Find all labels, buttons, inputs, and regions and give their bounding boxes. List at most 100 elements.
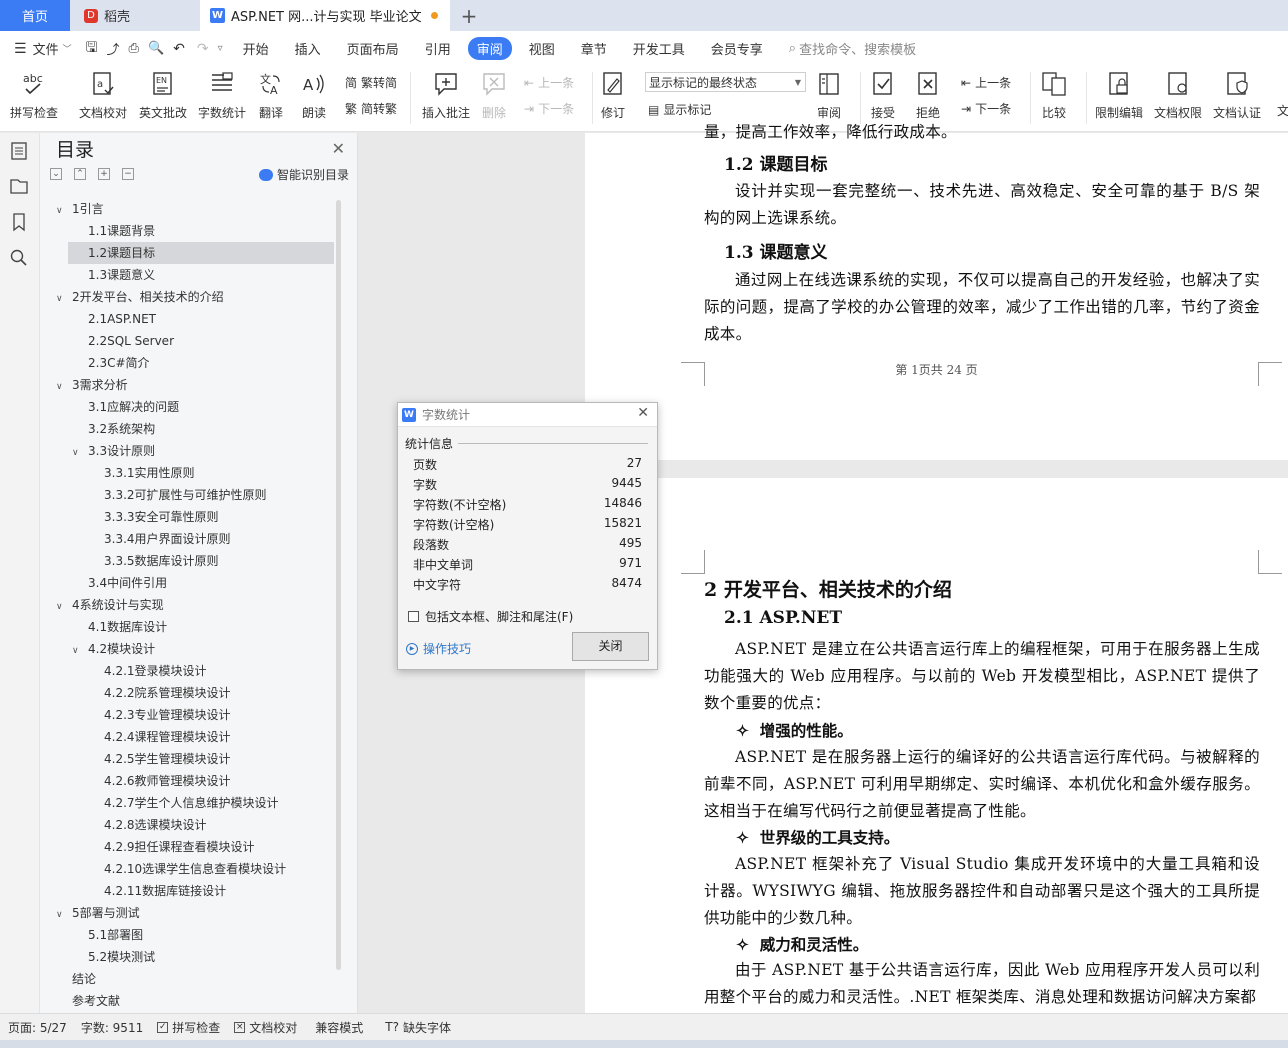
toc-item[interactable]: 4.2.2院系管理模块设计	[45, 682, 231, 704]
expand-caret-icon[interactable]: ∨	[56, 288, 72, 310]
redo-icon[interactable]: ↷	[197, 41, 209, 57]
more-icon[interactable]: ▿	[218, 43, 223, 54]
revise-button[interactable]: 修订	[599, 70, 627, 121]
read-aloud-button[interactable]: A 朗读	[300, 70, 328, 121]
checkbox-icon[interactable]	[408, 611, 419, 622]
menu-chapter[interactable]: 章节	[581, 39, 607, 58]
close-icon[interactable]: ✕	[332, 139, 345, 158]
ribbon-more[interactable]: 文	[1277, 102, 1288, 119]
accept-button[interactable]: 接受	[869, 70, 897, 121]
toc-item[interactable]: 3.1应解决的问题	[45, 396, 179, 418]
prev-change-button[interactable]: ⇤ 上一条	[961, 74, 1011, 91]
command-search[interactable]: 查找命令、搜索模板	[799, 39, 916, 58]
toc-item[interactable]: 5.1部署图	[45, 924, 143, 946]
bookmark-icon[interactable]	[9, 212, 29, 232]
page-indicator[interactable]: 页面: 5/27	[8, 1019, 67, 1036]
show-markup-button[interactable]: ▤ 显示标记	[648, 101, 711, 118]
toc-item[interactable]: 2.3C#简介	[45, 352, 150, 374]
undo-icon[interactable]: ↶	[173, 41, 185, 57]
toc-item[interactable]: 1.3课题意义	[45, 264, 155, 286]
export-icon[interactable]: ⤴	[107, 39, 120, 58]
reject-button[interactable]: 拒绝	[914, 70, 942, 121]
toc-item[interactable]: 2.1ASP.NET	[45, 308, 156, 330]
toc-item[interactable]: 3.3.5数据库设计原则	[45, 550, 219, 572]
toc-item[interactable]: ∨ 3需求分析	[45, 374, 128, 396]
find-icon[interactable]	[9, 248, 29, 268]
menu-devtools[interactable]: 开发工具	[633, 39, 685, 58]
toc-item[interactable]: 4.2.6教师管理模块设计	[45, 770, 231, 792]
collapse-all-icon[interactable]: ⌄	[50, 168, 62, 180]
toc-item[interactable]: 4.2.3专业管理模块设计	[45, 704, 231, 726]
toc-item[interactable]: 3.3.3安全可靠性原则	[45, 506, 219, 528]
toc-item[interactable]: 1.2课题目标	[68, 242, 334, 264]
expand-caret-icon[interactable]: ∨	[56, 596, 72, 618]
toc-icon[interactable]	[9, 141, 29, 161]
toc-item[interactable]: 4.2.5学生管理模块设计	[45, 748, 231, 770]
remove-heading-icon[interactable]: −	[122, 168, 134, 180]
new-tab-button[interactable]: +	[455, 0, 483, 31]
menu-reference[interactable]: 引用	[425, 39, 451, 58]
save-icon[interactable]: 🖫	[86, 37, 98, 61]
tab-daoke[interactable]: D 稻壳	[70, 0, 200, 31]
doc-proof-button[interactable]: a 文档校对	[79, 70, 127, 121]
expand-caret-icon[interactable]: ∨	[72, 442, 88, 464]
next-change-button[interactable]: ⇥ 下一条	[961, 100, 1011, 117]
toc-item[interactable]: 2.2SQL Server	[45, 330, 174, 352]
toc-item[interactable]: 4.2.4课程管理模块设计	[45, 726, 231, 748]
restrict-edit-button[interactable]: 限制编辑	[1095, 70, 1143, 121]
markup-mode-select[interactable]: 显示标记的最终状态 ▼	[645, 72, 806, 92]
toc-item[interactable]: 4.2.9担任课程查看模块设计	[45, 836, 255, 858]
toc-item[interactable]: 4.1数据库设计	[45, 616, 167, 638]
menu-view[interactable]: 视图	[529, 39, 555, 58]
include-textbox-checkbox[interactable]: 包括文本框、脚注和尾注(F)	[408, 608, 573, 625]
toc-item[interactable]: 3.3.2可扩展性与可维护性原则	[45, 484, 267, 506]
expand-up-icon[interactable]: ⌃	[74, 168, 86, 180]
menu-insert[interactable]: 插入	[295, 39, 321, 58]
tab-home[interactable]: 首页	[0, 0, 70, 31]
toc-item[interactable]: 4.2.1登录模块设计	[45, 660, 207, 682]
menu-layout[interactable]: 页面布局	[347, 39, 399, 58]
close-button[interactable]: 关闭	[572, 632, 649, 661]
preview-icon[interactable]: 🔍	[148, 41, 164, 56]
toc-item[interactable]: 3.2系统架构	[45, 418, 155, 440]
expand-caret-icon[interactable]: ∨	[56, 904, 72, 926]
toc-item[interactable]: 4.2.7学生个人信息维护模块设计	[45, 792, 279, 814]
close-icon[interactable]: ✕	[637, 405, 649, 421]
toc-item[interactable]: 3.3.1实用性原则	[45, 462, 195, 484]
insert-comment-button[interactable]: 插入批注	[422, 70, 470, 121]
doc-certify-button[interactable]: 文档认证	[1213, 70, 1261, 121]
toc-item[interactable]: ∨ 4.2模块设计	[45, 638, 155, 660]
menu-review[interactable]: 审阅	[467, 37, 512, 60]
print-icon[interactable]: ⎙	[129, 41, 139, 56]
spell-check-button[interactable]: abc 拼写检查	[10, 70, 58, 121]
next-comment-button[interactable]: ⇥ 下一条	[524, 100, 574, 117]
toc-scrollbar[interactable]	[336, 200, 341, 970]
doc-permission-button[interactable]: 文档权限	[1154, 70, 1202, 121]
toc-item[interactable]: 5.2模块测试	[45, 946, 155, 968]
add-heading-icon[interactable]: +	[98, 168, 110, 180]
word-count-status[interactable]: 字数: 9511	[81, 1019, 143, 1036]
toc-item[interactable]: ∨ 2开发平台、相关技术的介绍	[45, 286, 224, 308]
expand-caret-icon[interactable]: ∨	[56, 200, 72, 222]
tips-link[interactable]: ▶ 操作技巧	[406, 640, 471, 657]
dialog-titlebar[interactable]: W 字数统计 ✕	[398, 403, 657, 427]
to-simplified-button[interactable]: 简繁转简	[345, 74, 397, 91]
expand-caret-icon[interactable]: ∨	[72, 640, 88, 662]
menu-member[interactable]: 会员专享	[711, 39, 763, 58]
delete-comment-button[interactable]: 删除	[480, 70, 508, 121]
missing-font-status[interactable]: T? 缺失字体	[385, 1019, 451, 1036]
toc-item[interactable]: ∨ 3.3设计原则	[45, 440, 155, 462]
smart-toc-button[interactable]: 智能识别目录	[258, 166, 349, 183]
en-grading-button[interactable]: EN 英文批改	[139, 70, 187, 121]
toc-item[interactable]: 4.2.8选课模块设计	[45, 814, 207, 836]
toc-item[interactable]: 3.4中间件引用	[45, 572, 167, 594]
review-pane-button[interactable]: 审阅	[815, 70, 843, 121]
toc-item[interactable]: 参考文献	[45, 990, 120, 1006]
toc-item[interactable]: ∨ 1引言	[45, 198, 104, 220]
toc-item[interactable]: 4.2.10选课学生信息查看模块设计	[45, 858, 286, 880]
compare-button[interactable]: 比较	[1040, 70, 1068, 121]
doc-proof-status[interactable]: × 文档校对	[234, 1019, 297, 1036]
hamburger-icon[interactable]: ☰	[14, 41, 27, 57]
toc-item[interactable]: ∨ 4系统设计与实现	[45, 594, 164, 616]
menu-file[interactable]: 文件	[33, 39, 59, 58]
